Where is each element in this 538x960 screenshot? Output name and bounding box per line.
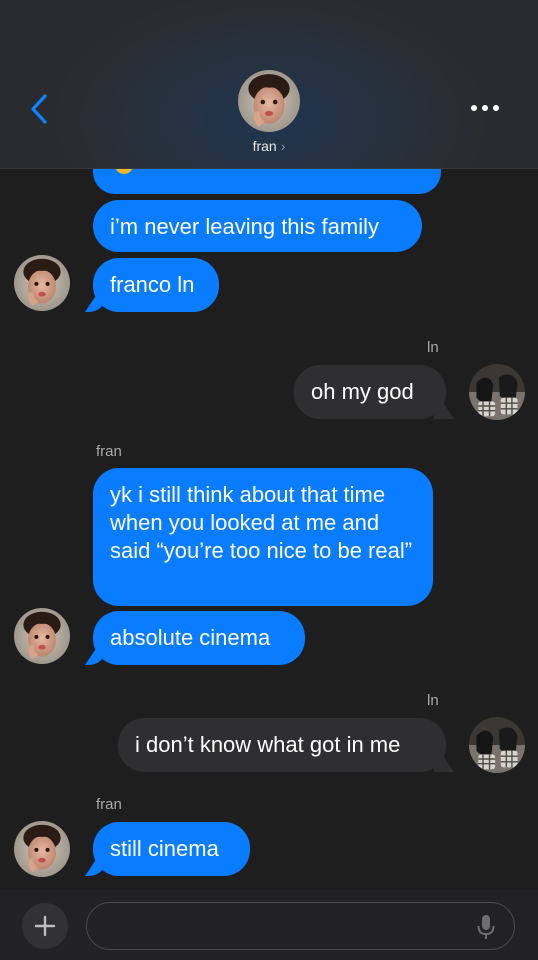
back-button[interactable] (26, 92, 56, 126)
message-text: i’m never leaving this family (110, 214, 379, 239)
sender-name: ln (427, 692, 439, 709)
message-bubble[interactable]: franco ln (93, 258, 219, 312)
avatar[interactable] (14, 821, 70, 877)
conversation-header: fran › (0, 0, 538, 169)
chevron-right-icon: › (280, 138, 286, 154)
microphone-icon[interactable] (476, 914, 496, 940)
contact-avatar[interactable] (238, 70, 300, 132)
message-input[interactable] (86, 902, 515, 950)
message-text: franco ln (110, 272, 195, 297)
ellipsis-icon (493, 105, 499, 111)
avatar[interactable] (14, 608, 70, 664)
message-bubble[interactable]: still cinema (93, 822, 250, 876)
avatar[interactable] (469, 717, 525, 773)
message-text: absolute cinema (110, 625, 271, 650)
composer-bar (0, 890, 538, 960)
message-text: still cinema (110, 836, 219, 861)
add-attachment-button[interactable] (22, 903, 68, 949)
plus-icon (34, 915, 56, 937)
message-text: yk i still think about that time when yo… (110, 482, 413, 563)
chevron-left-icon (31, 94, 47, 124)
avatar[interactable] (469, 364, 525, 420)
ellipsis-icon (482, 105, 488, 111)
contact-name-button[interactable]: fran › (0, 138, 538, 154)
sender-name: ln (427, 339, 439, 356)
message-bubble[interactable]: i’m never leaving this family (93, 200, 422, 252)
contact-name: fran (252, 138, 277, 154)
avatar[interactable] (14, 255, 70, 311)
message-bubble[interactable]: yk i still think about that time when yo… (93, 468, 433, 606)
more-options-button[interactable] (468, 100, 502, 116)
message-text: i don’t know what got in me (135, 732, 401, 757)
message-bubble[interactable]: oh my god (294, 365, 446, 419)
message-bubble[interactable]: i don’t know what got in me (118, 718, 446, 772)
sender-name: fran (96, 443, 122, 460)
message-bubble[interactable]: absolute cinema (93, 611, 305, 665)
ellipsis-icon (471, 105, 477, 111)
message-text: oh my god (311, 379, 414, 404)
sender-name: fran (96, 796, 122, 813)
